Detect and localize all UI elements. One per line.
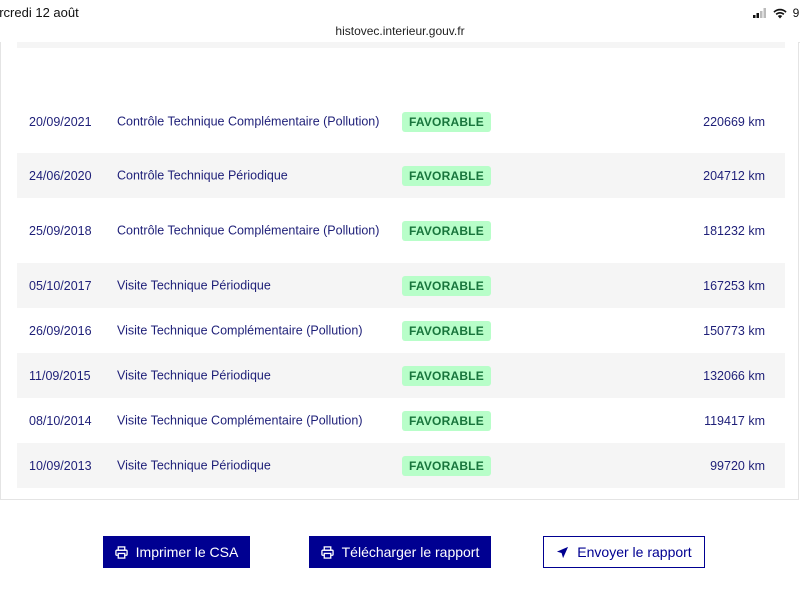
download-report-button[interactable]: Télécharger le rapport (309, 536, 491, 568)
printer-icon (320, 545, 334, 559)
control-label: Contrôle Technique Périodique (117, 168, 288, 182)
control-label: Contrôle Technique Complémentaire (Pollu… (117, 114, 380, 128)
control-date: 08/10/2014 (29, 413, 92, 428)
control-label: Visite Technique Périodique (117, 368, 271, 382)
control-date: 11/09/2015 (29, 368, 91, 383)
report-actions: Imprimer le CSA Télécharger le rapport E… (0, 500, 800, 600)
table-row: 10/09/2013 Visite Technique Périodique F… (17, 443, 785, 488)
battery-percentage: 96 (792, 6, 800, 20)
print-csa-label: Imprimer le CSA (135, 544, 239, 560)
send-report-label: Envoyer le rapport (577, 544, 692, 560)
control-date: 24/06/2020 (29, 168, 92, 183)
status-indicators: 96 (752, 6, 800, 20)
control-date: 05/10/2017 (29, 278, 92, 293)
result-badge: FAVORABLE (402, 111, 491, 132)
table-row: 25/09/2018 Contrôle Technique Complément… (17, 198, 785, 263)
mileage: 132066 km (703, 368, 765, 383)
printer-icon (114, 545, 128, 559)
control-label: Visite Technique Périodique (117, 458, 271, 472)
control-date: 20/09/2021 (29, 114, 92, 129)
table-row: 08/10/2014 Visite Technique Complémentai… (17, 398, 785, 443)
technical-controls-table: 20/09/2021 Contrôle Technique Complément… (17, 90, 785, 488)
mileage: 204712 km (703, 168, 765, 183)
result-badge: FAVORABLE (402, 320, 491, 341)
result-badge: FAVORABLE (402, 365, 491, 386)
table-row: 26/09/2016 Visite Technique Complémentai… (17, 308, 785, 353)
table-row: 11/09/2015 Visite Technique Périodique F… (17, 353, 785, 398)
result-badge: FAVORABLE (402, 410, 491, 431)
mileage: 181232 km (703, 223, 765, 238)
control-label: Visite Technique Complémentaire (Polluti… (117, 323, 363, 337)
table-row: 20/09/2021 Contrôle Technique Complément… (17, 90, 785, 153)
status-time: ercredi 12 août (0, 5, 79, 20)
result-badge: FAVORABLE (402, 275, 491, 296)
wifi-icon (773, 8, 787, 18)
mileage: 150773 km (703, 323, 765, 338)
send-report-button[interactable]: Envoyer le rapport (543, 536, 705, 568)
control-label: Contrôle Technique Complémentaire (Pollu… (117, 223, 380, 237)
table-row: 24/06/2020 Contrôle Technique Périodique… (17, 153, 785, 198)
previous-row-edge (17, 42, 785, 48)
mileage: 220669 km (703, 114, 765, 129)
control-date: 26/09/2016 (29, 323, 92, 338)
result-badge: FAVORABLE (402, 220, 491, 241)
url-text: histovec.interieur.gouv.fr (335, 24, 465, 38)
control-date: 10/09/2013 (29, 458, 92, 473)
table-row: 05/10/2017 Visite Technique Périodique F… (17, 263, 785, 308)
mileage: 119417 km (704, 413, 765, 428)
result-badge: FAVORABLE (402, 455, 491, 476)
mileage: 99720 km (710, 458, 765, 473)
mileage: 167253 km (703, 278, 765, 293)
result-badge: FAVORABLE (402, 165, 491, 186)
control-label: Visite Technique Périodique (117, 278, 271, 292)
control-date: 25/09/2018 (29, 223, 92, 238)
url-bar[interactable]: histovec.interieur.gouv.fr (0, 22, 800, 43)
control-label: Visite Technique Complémentaire (Polluti… (117, 413, 363, 427)
cellular-signal-icon (752, 8, 766, 18)
technical-controls-panel: 20/09/2021 Contrôle Technique Complément… (0, 42, 799, 500)
print-csa-button[interactable]: Imprimer le CSA (103, 536, 250, 568)
send-arrow-icon (557, 546, 569, 558)
download-report-label: Télécharger le rapport (341, 544, 480, 560)
